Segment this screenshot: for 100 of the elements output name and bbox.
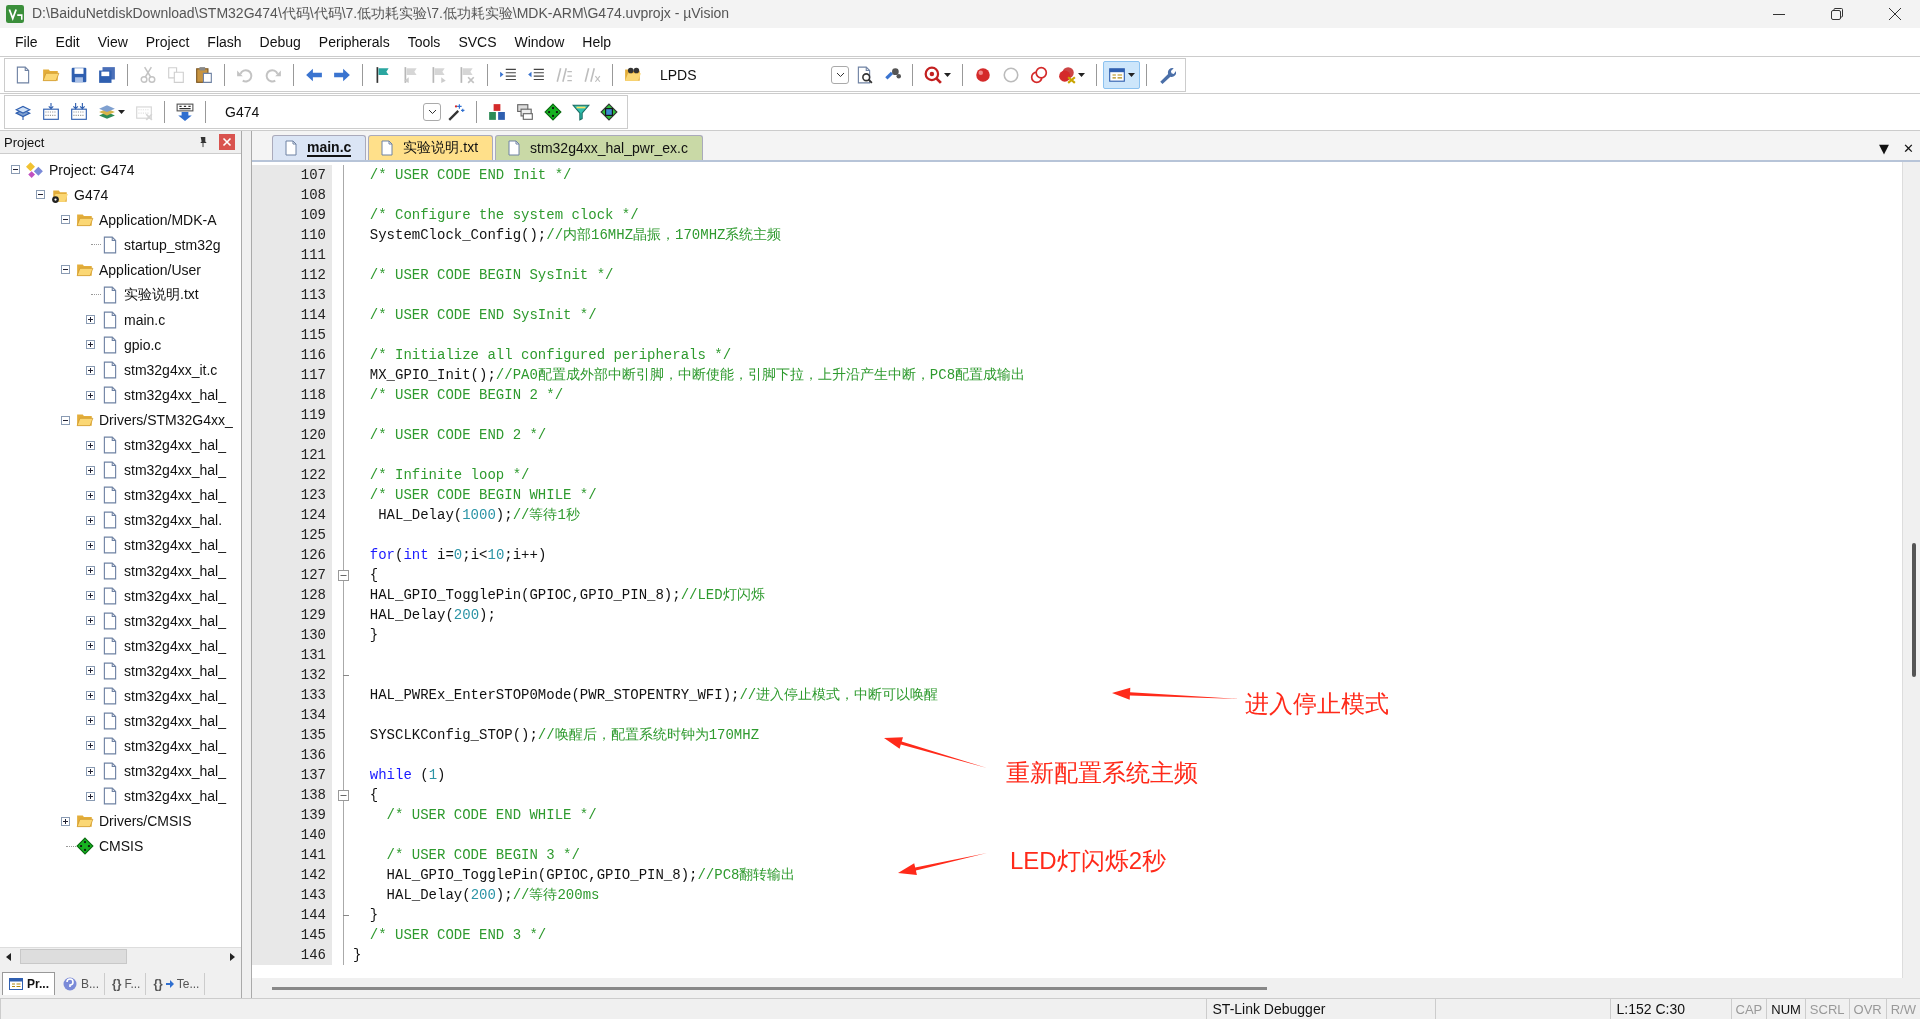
collapse-icon[interactable]: [60, 415, 70, 425]
menu-item[interactable]: Help: [573, 31, 621, 53]
find-icon[interactable]: [855, 66, 873, 84]
tree-item[interactable]: Drivers/CMSIS: [96, 813, 192, 830]
tree-item[interactable]: stm32g4xx_hal_: [121, 788, 226, 805]
breakpoints-kill-icon[interactable]: [1058, 66, 1076, 84]
caret-icon[interactable]: [118, 110, 125, 114]
tree-item[interactable]: CMSIS: [96, 838, 144, 855]
tree-item[interactable]: stm32g4xx_hal_: [121, 737, 226, 754]
caret-icon[interactable]: [944, 73, 951, 77]
expand-icon[interactable]: [85, 666, 95, 676]
menu-item[interactable]: Flash: [198, 31, 251, 53]
menu-item[interactable]: Window: [505, 31, 574, 53]
tree-item[interactable]: stm32g4xx_hal_: [121, 462, 226, 479]
expand-icon[interactable]: [85, 390, 95, 400]
collapse-icon[interactable]: [60, 215, 70, 225]
menu-item[interactable]: Peripherals: [309, 31, 399, 53]
tree-item[interactable]: Application/User: [96, 261, 201, 278]
expand-icon[interactable]: [85, 465, 95, 475]
expand-icon[interactable]: [85, 616, 95, 626]
close-icon[interactable]: [1888, 7, 1902, 21]
horizontal-scrollbar[interactable]: [0, 947, 241, 965]
editor-tab[interactable]: 实验说明.txt: [368, 135, 494, 160]
diamond-icon[interactable]: [600, 103, 618, 121]
batch-build-icon[interactable]: [98, 103, 116, 121]
funnel-icon[interactable]: [572, 103, 590, 121]
expand-icon[interactable]: [85, 741, 95, 751]
save-icon[interactable]: [70, 66, 88, 84]
panel-tab[interactable]: Pr...: [2, 972, 55, 995]
expand-icon[interactable]: [85, 766, 95, 776]
tree-item[interactable]: Drivers/STM32G4xx_: [96, 412, 233, 429]
expand-icon[interactable]: [85, 566, 95, 576]
circles-icon[interactable]: [1030, 66, 1048, 84]
menu-item[interactable]: Edit: [46, 31, 89, 53]
scroll-left-icon[interactable]: [4, 951, 12, 962]
caret-icon[interactable]: [1078, 73, 1085, 77]
collapse-icon[interactable]: [35, 190, 45, 200]
window-icon[interactable]: [1108, 66, 1126, 84]
find-in-files-icon[interactable]: [624, 66, 642, 84]
menu-item[interactable]: Tools: [398, 31, 450, 53]
stacked-windows-icon[interactable]: [516, 103, 534, 121]
caret-icon[interactable]: [1128, 73, 1135, 77]
menu-item[interactable]: File: [6, 31, 47, 53]
tree-item[interactable]: Project: G474: [46, 161, 135, 178]
menu-item[interactable]: Debug: [250, 31, 310, 53]
tree-item[interactable]: stm32g4xx_hal_: [121, 637, 226, 654]
horizontal-scrollbar[interactable]: [252, 978, 1920, 998]
tree-item[interactable]: Application/MDK-A: [96, 211, 217, 228]
magic-wand-icon[interactable]: [447, 103, 465, 121]
expand-icon[interactable]: [85, 791, 95, 801]
chevron-down-icon[interactable]: [427, 109, 437, 115]
expand-icon[interactable]: [85, 315, 95, 325]
tree-item[interactable]: G474: [71, 186, 109, 203]
forward-arrow-icon[interactable]: [333, 66, 351, 84]
close-button[interactable]: ✕: [1897, 141, 1920, 156]
restore-icon[interactable]: [1830, 7, 1844, 21]
tree-item[interactable]: stm32g4xx_hal_: [121, 763, 226, 780]
tree-item[interactable]: stm32g4xx_hal_: [121, 712, 226, 729]
wrench-icon[interactable]: [1158, 66, 1176, 84]
new-file-icon[interactable]: [14, 66, 32, 84]
tree-item[interactable]: main.c: [121, 311, 166, 328]
tree-item[interactable]: startup_stm32g: [121, 236, 221, 253]
tree-item[interactable]: stm32g4xx_hal_: [121, 687, 226, 704]
breakpoint-icon[interactable]: [974, 66, 992, 84]
build-icon[interactable]: [42, 103, 60, 121]
menu-item[interactable]: SVCS: [449, 31, 506, 53]
fold-collapse-icon[interactable]: [337, 569, 349, 581]
translate-icon[interactable]: [14, 103, 32, 121]
tree-item[interactable]: stm32g4xx_hal_: [121, 387, 226, 404]
tree-item[interactable]: stm32g4xx_hal_: [121, 662, 226, 679]
search-icon[interactable]: [924, 66, 942, 84]
tree-item[interactable]: stm32g4xx_hal_: [121, 437, 226, 454]
fold-collapse-icon[interactable]: [337, 789, 349, 801]
menu-item[interactable]: View: [88, 31, 137, 53]
expand-icon[interactable]: [85, 716, 95, 726]
expand-icon[interactable]: [85, 440, 95, 450]
expand-icon[interactable]: [85, 515, 95, 525]
expand-icon[interactable]: [85, 641, 95, 651]
expand-icon[interactable]: [85, 490, 95, 500]
tab-menu-button[interactable]: ▼: [1873, 141, 1896, 156]
tree-item[interactable]: 实验说明.txt: [121, 285, 199, 304]
tree-item[interactable]: stm32g4xx_hal_: [121, 612, 226, 629]
expand-icon[interactable]: [85, 691, 95, 701]
menu-item[interactable]: Project: [136, 31, 199, 53]
tree-item[interactable]: stm32g4xx_hal_: [121, 537, 226, 554]
vertical-scrollbar[interactable]: [1902, 162, 1920, 978]
tree-item[interactable]: gpio.c: [121, 336, 162, 353]
expand-icon[interactable]: [85, 340, 95, 350]
tree-item[interactable]: stm32g4xx_hal_: [121, 587, 226, 604]
tree-item[interactable]: stm32g4xx_hal.: [121, 512, 223, 529]
diamond-icon[interactable]: [544, 103, 562, 121]
download-icon[interactable]: [176, 103, 194, 121]
paste-icon[interactable]: [195, 66, 213, 84]
tree-item[interactable]: stm32g4xx_it.c: [121, 362, 218, 379]
back-arrow-icon[interactable]: [305, 66, 323, 84]
editor-tab[interactable]: main.c: [272, 135, 367, 160]
expand-icon[interactable]: [85, 591, 95, 601]
panel-tab[interactable]: {} F...: [107, 973, 147, 995]
expand-icon[interactable]: [60, 816, 70, 826]
expand-icon[interactable]: [85, 365, 95, 375]
